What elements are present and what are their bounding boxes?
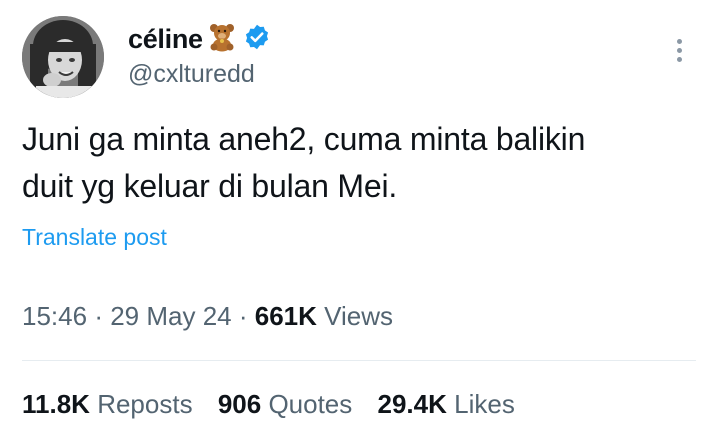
tweet-text-line: duit yg keluar di bulan Mei. <box>22 168 398 204</box>
avatar-image <box>22 16 104 98</box>
quotes-stat[interactable]: 906 Quotes <box>218 389 352 420</box>
meta-separator: · <box>94 301 103 331</box>
teddy-bear-icon <box>207 22 237 57</box>
divider <box>22 360 696 361</box>
avatar[interactable] <box>22 16 104 98</box>
more-dot <box>676 56 682 62</box>
tweet-meta: 15:46 · 29 May 24 · 661K Views <box>22 301 393 332</box>
quotes-label: Quotes <box>268 389 353 419</box>
translate-post-link[interactable]: Translate post <box>22 224 167 251</box>
tweet-text: Juni ga minta aneh2, cuma minta balikin … <box>22 116 702 210</box>
more-dot <box>676 47 682 53</box>
views-label: Views <box>324 301 394 331</box>
quotes-count: 906 <box>217 389 262 419</box>
reposts-label: Reposts <box>97 389 193 419</box>
tweet-card: céline @cxlturedd Juni ga minta aneh2, c… <box>0 0 719 443</box>
reposts-stat[interactable]: 11.8K Reposts <box>22 389 193 420</box>
tweet-date[interactable]: 29 May 24 <box>110 301 231 331</box>
meta-separator: · <box>238 301 248 331</box>
more-options-icon[interactable] <box>668 30 690 70</box>
tweet-time[interactable]: 15:46 <box>22 301 87 331</box>
likes-count: 29.4K <box>377 389 447 419</box>
tweet-text-line: Juni ga minta aneh2, cuma minta balikin <box>22 121 586 157</box>
author-handle[interactable]: @cxlturedd <box>128 60 255 89</box>
verified-badge-icon[interactable] <box>243 23 271 56</box>
views-count: 661K <box>254 301 317 331</box>
engagement-stats: 11.8K Reposts 906 Quotes 29.4K Likes <box>22 389 533 420</box>
more-dot <box>676 38 682 44</box>
display-name[interactable]: céline <box>128 24 203 55</box>
reposts-count: 11.8K <box>22 389 90 419</box>
likes-stat[interactable]: 29.4K Likes <box>378 389 515 420</box>
likes-label: Likes <box>454 389 515 419</box>
author-name-row[interactable]: céline <box>128 22 271 56</box>
